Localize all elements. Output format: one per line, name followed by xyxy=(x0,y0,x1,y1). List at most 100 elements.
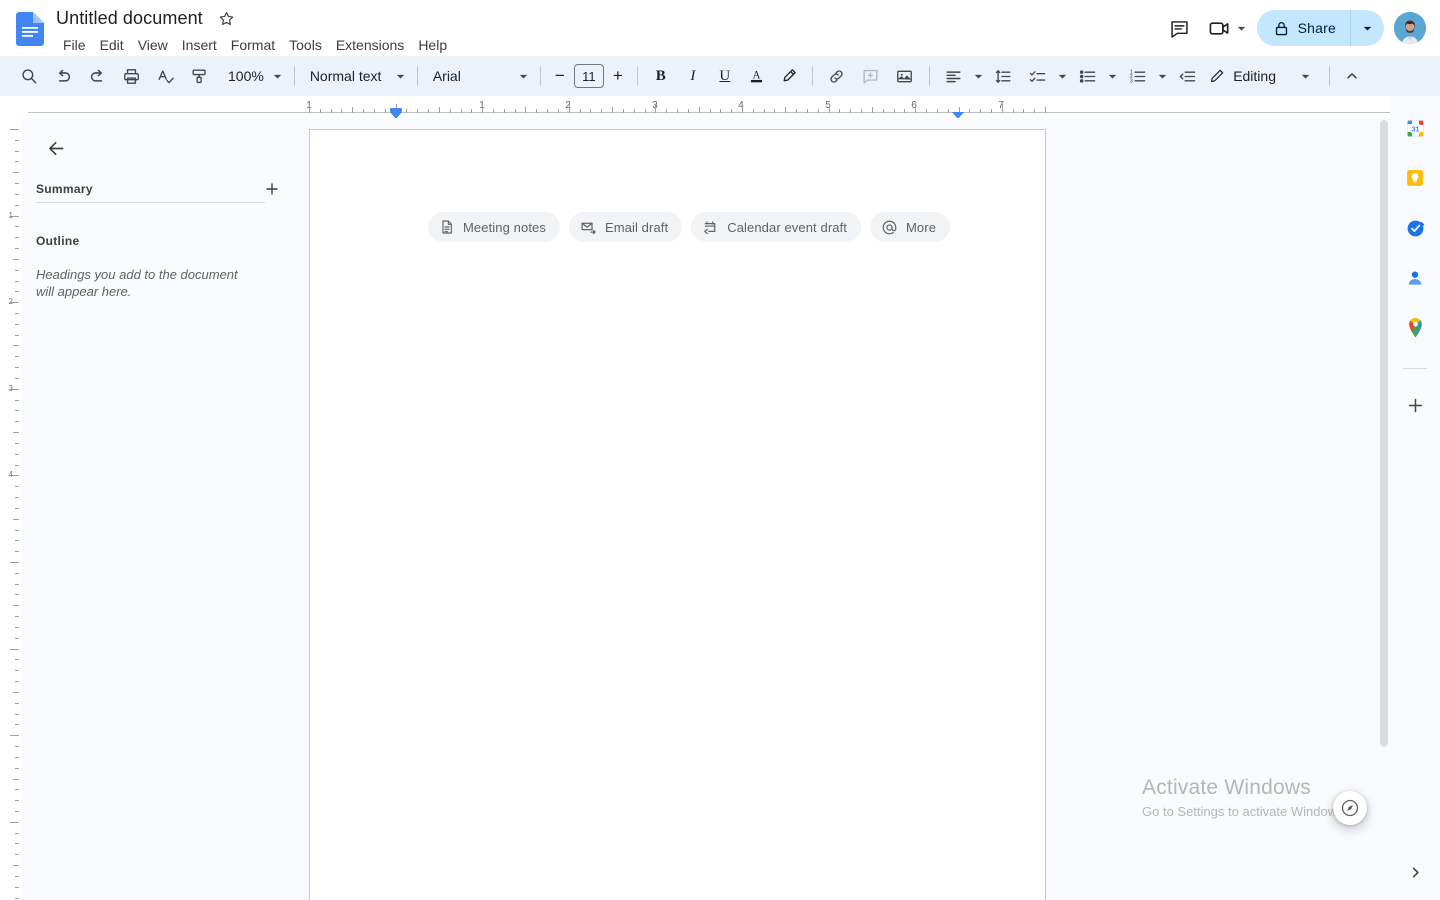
google-contacts-icon[interactable] xyxy=(1397,260,1433,296)
vruler-tick xyxy=(15,768,19,769)
vruler-tick xyxy=(15,616,19,617)
ruler-tick xyxy=(590,109,591,113)
vruler-tick xyxy=(15,638,19,639)
document-canvas[interactable]: Meeting notes Email draft Calendar event… xyxy=(308,118,1390,900)
document-page[interactable]: Meeting notes Email draft Calendar event… xyxy=(309,129,1046,900)
chip-more[interactable]: More xyxy=(870,212,951,242)
vruler-tick xyxy=(15,670,19,671)
insert-link-icon[interactable] xyxy=(823,62,851,90)
google-keep-icon[interactable] xyxy=(1397,160,1433,196)
ruler-tick xyxy=(720,109,721,113)
vruler-tick xyxy=(15,410,19,411)
chevron-down-icon-meet[interactable] xyxy=(1236,23,1247,34)
undo-icon[interactable] xyxy=(49,62,77,90)
formatting-toolbar: 100% Normal text Arial − 11 + B I U A 1 … xyxy=(0,56,1440,96)
chevron-down-icon-align[interactable] xyxy=(971,62,987,90)
vruler-tick xyxy=(15,659,19,660)
google-maps-icon[interactable] xyxy=(1397,310,1433,346)
menu-item-insert[interactable]: Insert xyxy=(175,34,224,56)
menu-item-view[interactable]: View xyxy=(131,34,175,56)
explore-icon[interactable] xyxy=(1333,791,1367,825)
font-family-dropdown[interactable]: Arial xyxy=(425,62,533,90)
menu-item-file[interactable]: File xyxy=(56,34,93,56)
horizontal-ruler[interactable]: 11234567 xyxy=(0,96,1390,118)
line-spacing-icon[interactable] xyxy=(990,62,1018,90)
chevron-down-icon-mode xyxy=(1300,71,1311,82)
title-zone: Untitled document File Edit View Insert … xyxy=(52,4,454,57)
vruler-tick xyxy=(15,151,19,152)
chip-email-draft[interactable]: Email draft xyxy=(568,212,683,242)
arrow-back-icon[interactable] xyxy=(36,128,76,168)
ruler-tick xyxy=(969,109,970,113)
comment-history-icon[interactable] xyxy=(1160,8,1200,48)
ruler-tick xyxy=(710,109,711,113)
vertical-scrollbar[interactable] xyxy=(1378,118,1390,900)
video-camera-icon[interactable] xyxy=(1200,8,1240,48)
chip-meeting-notes[interactable]: Meeting notes xyxy=(428,212,560,242)
checklist-icon[interactable] xyxy=(1024,62,1052,90)
search-icon[interactable] xyxy=(15,62,43,90)
bold-button[interactable]: B xyxy=(647,62,675,90)
ruler-tick xyxy=(666,109,667,113)
document-title[interactable]: Untitled document xyxy=(52,5,207,31)
insert-image-icon[interactable] xyxy=(891,62,919,90)
google-calendar-icon[interactable]: 31 xyxy=(1397,110,1433,146)
plus-icon-add-summary[interactable] xyxy=(258,175,286,203)
vertical-ruler[interactable]: 1 2 3 4 xyxy=(0,118,22,900)
paint-format-icon[interactable] xyxy=(185,62,213,90)
editing-mode-button[interactable]: Editing xyxy=(1199,62,1321,90)
ruler-tick xyxy=(839,109,840,113)
meet-button-group[interactable] xyxy=(1200,8,1251,48)
add-comment-icon[interactable] xyxy=(857,62,885,90)
spellcheck-icon[interactable] xyxy=(151,62,179,90)
menu-item-tools[interactable]: Tools xyxy=(282,34,329,56)
ruler-tick xyxy=(493,109,494,113)
print-icon[interactable] xyxy=(117,62,145,90)
ruler-tick xyxy=(320,109,321,113)
numbered-list-icon[interactable]: 1 2 3 xyxy=(1124,62,1152,90)
font-size-input[interactable]: 11 xyxy=(573,64,604,88)
chevron-down-icon-checklist[interactable] xyxy=(1055,62,1071,90)
toolbar-controls: 100% Normal text Arial − 11 + B I U A 1 … xyxy=(12,56,1273,96)
align-left-icon[interactable] xyxy=(940,62,968,90)
chip-label-calendar-event-draft: Calendar event draft xyxy=(727,219,847,235)
plus-icon-add-panel[interactable] xyxy=(1397,387,1433,423)
scrollbar-thumb[interactable] xyxy=(1380,120,1388,747)
chevron-down-icon-font xyxy=(518,71,529,82)
menu-item-format[interactable]: Format xyxy=(224,34,282,56)
ruler-tick xyxy=(525,107,526,113)
chevron-right-icon[interactable] xyxy=(1399,856,1431,888)
vruler-tick xyxy=(15,335,19,336)
highlight-pen-icon[interactable] xyxy=(775,62,803,90)
text-color-icon[interactable]: A xyxy=(743,62,771,90)
chevron-down-icon-bullet[interactable] xyxy=(1105,62,1121,90)
avatar[interactable] xyxy=(1394,12,1426,44)
font-size-decrease-button[interactable]: − xyxy=(548,64,572,88)
google-docs-logo[interactable] xyxy=(16,12,44,46)
bulleted-list-icon[interactable] xyxy=(1074,62,1102,90)
zoom-control[interactable]: 100% xyxy=(220,62,287,90)
star-outline-icon[interactable] xyxy=(217,8,237,28)
paragraph-style-dropdown[interactable]: Normal text xyxy=(302,62,410,90)
ruler-tick xyxy=(309,104,310,113)
share-dropdown-button[interactable] xyxy=(1350,10,1384,46)
menu-item-help[interactable]: Help xyxy=(411,34,454,56)
menu-item-edit[interactable]: Edit xyxy=(93,34,131,56)
italic-button[interactable]: I xyxy=(679,62,707,90)
underline-button[interactable]: U xyxy=(711,62,739,90)
menu-item-extensions[interactable]: Extensions xyxy=(329,34,411,56)
vruler-tick xyxy=(10,562,19,563)
share-button[interactable]: Share xyxy=(1256,10,1350,46)
chevron-up-icon[interactable] xyxy=(1338,62,1366,90)
ruler-tick xyxy=(926,109,927,113)
redo-icon[interactable] xyxy=(83,62,111,90)
ruler-tick xyxy=(482,104,483,113)
google-tasks-icon[interactable] xyxy=(1397,210,1433,246)
ruler-tick xyxy=(645,109,646,113)
toolbar-divider-4 xyxy=(636,66,638,86)
vruler-tick xyxy=(15,508,19,509)
chip-calendar-event-draft[interactable]: Calendar event draft xyxy=(691,212,861,242)
ruler-tick xyxy=(428,109,429,113)
font-size-increase-button[interactable]: + xyxy=(606,64,630,88)
chevron-down-icon-numbered[interactable] xyxy=(1155,62,1171,90)
